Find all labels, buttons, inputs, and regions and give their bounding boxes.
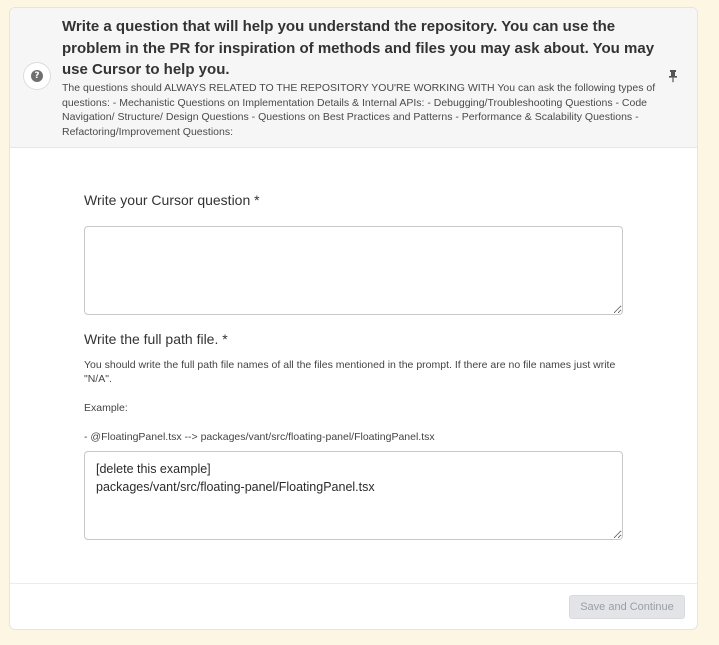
question-textarea[interactable]	[84, 226, 623, 315]
instructions-title: Write a question that will help you unde…	[62, 18, 655, 78]
question-mark-glyph: ?	[31, 70, 43, 82]
path-field-label: Write the full path file. *	[84, 331, 228, 347]
task-card: ? Write a question that will help you un…	[9, 7, 698, 630]
instructions-description: The questions should ALWAYS RELATED TO T…	[62, 82, 656, 138]
pin-icon[interactable]	[667, 69, 679, 83]
question-field-label: Write your Cursor question *	[84, 192, 260, 208]
instructions-header: ? Write a question that will help you un…	[10, 8, 697, 148]
example-label: Example:	[84, 402, 128, 414]
question-circle-icon[interactable]: ?	[23, 62, 51, 90]
path-textarea[interactable]	[84, 451, 623, 540]
example-text: - @FloatingPanel.tsx --> packages/vant/s…	[84, 431, 435, 443]
save-and-continue-button[interactable]: Save and Continue	[569, 595, 685, 619]
path-field-help: You should write the full path file name…	[84, 359, 616, 385]
